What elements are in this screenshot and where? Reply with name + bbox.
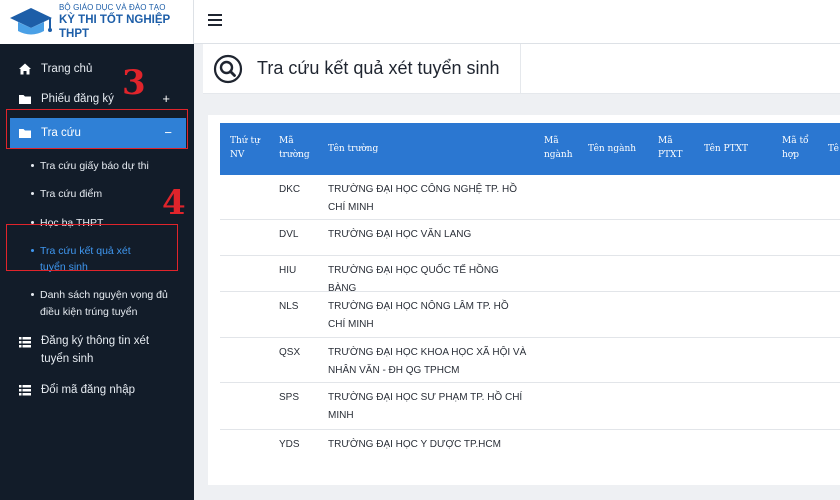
- cell-school-code: DVL: [279, 229, 299, 240]
- page-header: Tra cứu kết quả xét tuyển sinh: [203, 44, 840, 94]
- step-number-3: 3: [122, 63, 146, 103]
- results-table: Thứ tự NV Mã trường Tên trường Mã ngành …: [220, 123, 840, 464]
- page-header-box: Tra cứu kết quả xét tuyển sinh: [203, 44, 521, 94]
- list-icon: [19, 336, 31, 348]
- col-header-order: Thứ tự NV: [230, 136, 260, 160]
- cell-school-code: QSX: [279, 347, 301, 358]
- table-row[interactable]: NLS TRƯỜNG ĐẠI HỌC NÔNG LÂM TP. HỒ CHÍ M…: [220, 292, 840, 338]
- table-row[interactable]: HIU TRƯỜNG ĐẠI HỌC QUỐC TẾ HỒNG BÀNG: [220, 256, 840, 294]
- col-header-combination-code: Mã tổ hợp: [782, 136, 809, 160]
- cell-school-code: YDS: [279, 439, 300, 450]
- sidebar-item-label: Đổi mã đăng nhập: [41, 383, 135, 396]
- results-card: Thứ tự NV Mã trường Tên trường Mã ngành …: [208, 115, 840, 485]
- top-bar: [194, 0, 840, 44]
- submenu-item-exam-notice[interactable]: Tra cứu giấy báo dự thi: [31, 152, 194, 180]
- table-row[interactable]: DVL TRƯỜNG ĐẠI HỌC VĂN LANG: [220, 220, 840, 256]
- cell-school-name: TRƯỜNG ĐẠI HỌC VĂN LANG: [328, 229, 472, 240]
- sidebar-item-label: Đăng ký thông tin xét tuyển sinh: [41, 334, 150, 366]
- table-row[interactable]: YDS TRƯỜNG ĐẠI HỌC Y DƯỢC TP.HCM: [220, 430, 840, 464]
- sidebar-item-label: Trang chủ: [41, 63, 93, 75]
- col-header-major-name: Tên ngành: [588, 144, 637, 154]
- cell-school-code: HIU: [279, 265, 297, 276]
- sidebar-item-change-login[interactable]: Đổi mã đăng nhập: [0, 375, 194, 405]
- graduation-cap-icon: [10, 8, 52, 35]
- col-header-major-code: Mã ngành: [544, 136, 573, 160]
- page-title: Tra cứu kết quả xét tuyển sinh: [257, 58, 500, 78]
- table-row[interactable]: SPS TRƯỜNG ĐẠI HỌC SƯ PHẠM TP. HỒ CHÍ MI…: [220, 383, 840, 430]
- folder-icon: [19, 95, 31, 104]
- highlight-box-admission-result: [6, 224, 178, 271]
- cell-school-name: TRƯỜNG ĐẠI HỌC SƯ PHẠM TP. HỒ CHÍ MINH: [328, 392, 523, 421]
- sidebar-item-label: Phiếu đăng ký: [41, 93, 114, 105]
- search-icon: [213, 54, 243, 84]
- highlight-box-lookup: [6, 109, 188, 149]
- cell-school-name: TRƯỜNG ĐẠI HỌC KHOA HỌC XÃ HỘI VÀ NHÂN V…: [328, 347, 527, 376]
- table-row[interactable]: DKC TRƯỜNG ĐẠI HỌC CÔNG NGHỆ TP. HỒ CHÍ …: [220, 175, 840, 220]
- sidebar-item-home[interactable]: Trang chủ: [0, 54, 194, 84]
- submenu-item-eligible-wishes[interactable]: Danh sách nguyện vọng đủ điều kiện trúng…: [31, 281, 194, 326]
- cell-school-name: TRƯỜNG ĐẠI HỌC CÔNG NGHỆ TP. HỒ CHÍ MINH: [328, 184, 517, 213]
- cell-school-code: DKC: [279, 184, 301, 195]
- cell-school-name: TRƯỜNG ĐẠI HỌC NÔNG LÂM TP. HỒ CHÍ MINH: [328, 301, 509, 330]
- brand-ministry: BỘ GIÁO DỤC VÀ ĐÀO TẠO: [59, 2, 166, 12]
- home-icon: [19, 63, 31, 75]
- step-number-4: 4: [162, 183, 186, 223]
- col-header-school-name: Tên trường: [328, 144, 379, 154]
- list-icon: [19, 384, 31, 396]
- col-header-school-code: Mã trường: [279, 136, 310, 160]
- sidebar-item-register-info[interactable]: Đăng ký thông tin xét tuyển sinh: [0, 326, 194, 375]
- expand-icon[interactable]: +: [162, 91, 170, 106]
- brand-exam-title: KỲ THI TỐT NGHIỆP THPT: [59, 13, 170, 40]
- cell-school-code: NLS: [279, 301, 299, 312]
- col-header-method-name: Tên PTXT: [704, 144, 749, 154]
- table-row[interactable]: QSX TRƯỜNG ĐẠI HỌC KHOA HỌC XÃ HỘI VÀ NH…: [220, 338, 840, 383]
- cell-school-name: TRƯỜNG ĐẠI HỌC Y DƯỢC TP.HCM: [328, 439, 501, 450]
- col-header-method-code: Mã PTXT: [658, 136, 683, 160]
- cell-school-code: SPS: [279, 392, 300, 403]
- table-header: Thứ tự NV Mã trường Tên trường Mã ngành …: [220, 123, 840, 175]
- brand-header[interactable]: BỘ GIÁO DỤC VÀ ĐÀO TẠO KỲ THI TỐT NGHIỆP…: [0, 0, 194, 44]
- col-header-truncated: Tê: [828, 144, 839, 154]
- menu-icon[interactable]: [208, 14, 222, 28]
